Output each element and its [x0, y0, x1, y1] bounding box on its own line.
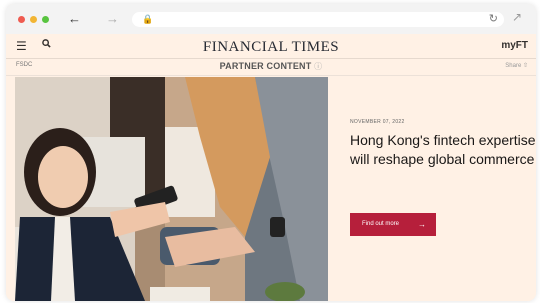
maximize-window-button[interactable] — [42, 16, 49, 23]
share-label: Share — [505, 63, 522, 69]
minimize-window-button[interactable] — [30, 16, 37, 23]
site-header: ☰ FINANCIAL TIMES myFT — [6, 34, 536, 59]
share-link[interactable]: Share ⇧ — [505, 62, 528, 69]
address-bar[interactable]: 🔒 ↻ — [132, 12, 504, 27]
partner-bar: FSDC PARTNER CONTENT ⓘ Share ⇧ — [6, 59, 536, 76]
browser-window: ← → 🔒 ↻ ↗ ☰ FINANCIAL TIMES myFT FSDC PA… — [6, 4, 536, 301]
browser-toolbar: ← → 🔒 ↻ ↗ — [6, 4, 536, 34]
reload-icon[interactable]: ↻ — [489, 12, 498, 25]
lock-icon: 🔒 — [142, 14, 154, 24]
extension-icon[interactable]: ↗ — [512, 10, 522, 24]
article-date: NOVEMBER 07, 2022 — [350, 119, 405, 125]
article-headline[interactable]: Hong Kong's fintech expertise will resha… — [350, 131, 536, 169]
arrow-right-icon[interactable]: → — [106, 11, 119, 27]
site-logo[interactable]: FINANCIAL TIMES — [6, 39, 536, 56]
find-out-more-label: Find out more — [362, 221, 400, 227]
arrow-left-icon[interactable]: ← — [68, 11, 81, 27]
myft-link[interactable]: myFT — [501, 40, 528, 51]
close-window-button[interactable] — [18, 16, 25, 23]
hero-image — [15, 77, 328, 301]
partner-content-text: PARTNER CONTENT — [219, 61, 312, 71]
info-icon[interactable]: ⓘ — [314, 62, 322, 71]
arrow-right-icon: → — [418, 220, 426, 229]
share-icon: ⇧ — [522, 63, 528, 69]
find-out-more-button[interactable]: Find out more → — [350, 213, 436, 236]
partner-content-label: PARTNER CONTENT ⓘ — [6, 61, 536, 72]
